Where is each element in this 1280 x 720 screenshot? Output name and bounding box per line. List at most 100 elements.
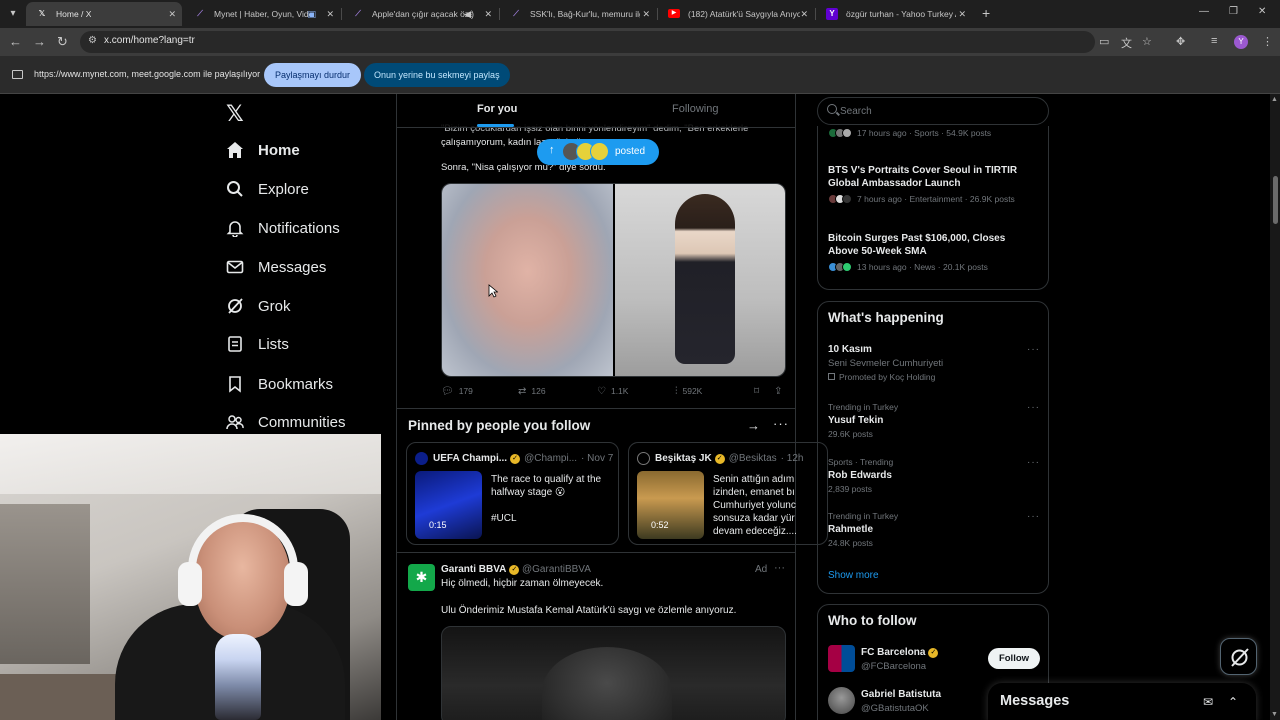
trend-context: Trending in Turkey [828,402,899,412]
share-button[interactable]: ⇪ [774,386,787,397]
translate-icon[interactable]: 文 [1121,35,1132,51]
tab-x-home[interactable]: 𝕏 Home / X ✕ [26,2,182,26]
news-item[interactable]: Bitcoin Surges Past $106,000, Closes Abo… [828,232,1038,272]
tweet-photo-right[interactable] [615,184,785,376]
reply-button[interactable]: 💬︎ 179 [441,386,473,397]
photo-detail [542,647,672,720]
tweet-photo-left[interactable] [442,184,613,376]
expand-icon[interactable]: ⌃ [1228,695,1238,709]
close-tab-icon[interactable]: ✕ [484,2,492,26]
account-name: Garanti BBVA [441,564,507,575]
follow-suggestion[interactable]: FC Barcelona ✓ @FCBarcelona Follow [828,645,1040,675]
close-tab-icon[interactable]: ✕ [326,2,334,26]
new-posts-pill[interactable]: ↑ posted [537,139,659,165]
more-icon[interactable]: ··· [773,416,789,431]
trend-item[interactable]: 10 Kasım Seni Sevmeler Cumhuriyeti Promo… [828,344,1040,382]
ad-media[interactable] [441,626,786,720]
trend-item[interactable]: Trending in Turkey Rahmetle 24.8K posts … [828,511,1040,548]
new-tab-button[interactable]: + [982,5,990,21]
garanti-logo-icon[interactable]: ✱ [408,564,435,591]
pinned-card-besiktas[interactable]: Beşiktaş JK ✓ @Besiktas · 12h 0:52 Senin at… [628,442,828,545]
headphones [284,562,308,606]
reload-icon[interactable]: ↻ [57,34,68,50]
nav-grok[interactable]: Grok [226,291,291,321]
tab-search-icon[interactable]: ▾ [4,5,22,23]
forward-icon[interactable]: → [33,34,46,50]
nav-messages[interactable]: Messages [226,252,326,282]
repost-button[interactable]: ⇄ 126 [518,386,546,397]
avatar[interactable] [828,645,855,672]
ad-account-name[interactable]: Garanti BBVA ✓ [441,564,520,575]
restore-icon[interactable]: ❐ [1229,6,1238,17]
tab-ssk[interactable]: ⟋ SSK'lı, Bağ-Kur'lu, memuru ilgilendire… [500,2,656,26]
video-thumbnail[interactable] [415,471,482,539]
account-handle[interactable]: @GarantiBBVA [522,564,591,575]
scroll-up-icon[interactable]: ▲ [1271,96,1278,103]
ad-tweet[interactable]: ✱ Garanti BBVA ✓ @GarantiBBVA Ad ··· Hiç … [397,554,795,720]
nav-bookmarks[interactable]: Bookmarks [226,369,333,399]
like-button[interactable]: ♡ 1.1K [597,386,628,397]
omnibox[interactable]: ⚙ x.com/home?lang=tr [80,31,1095,53]
url-text[interactable]: x.com/home?lang=tr [104,35,195,46]
news-title: Bitcoin Surges Past $106,000, Closes Abo… [828,233,1006,257]
grok-button[interactable] [1220,638,1257,675]
tab-mynet[interactable]: ⟋ Mynet | Haber, Oyun, Video ▣ ✕ [184,2,340,26]
search-input[interactable]: Search [817,97,1049,125]
close-tab-icon[interactable]: ✕ [168,2,176,26]
profile-avatar[interactable]: Y [1234,35,1248,49]
cast-icon[interactable]: ▭ [1099,35,1109,48]
close-tab-icon[interactable]: ✕ [958,2,966,26]
more-icon[interactable]: ··· [1027,402,1040,413]
media-controls-icon[interactable]: ≡ [1211,35,1217,47]
tab-yahoo[interactable]: Y özgür turhan - Yahoo Turkey Arama ✕ [816,2,972,26]
more-icon[interactable]: ··· [1027,344,1040,355]
share-this-tab-button[interactable]: Onun yerine bu sekmeyi paylaş [364,63,510,87]
address-bar-row: ← → ↻ ⚙ x.com/home?lang=tr ▭ 文 ☆ ✥ ≡ Y ⋮ [0,28,1280,56]
views-button[interactable]: ⫶ 592K [675,386,702,397]
minimize-icon[interactable]: — [1199,6,1209,17]
hashtag[interactable]: #UCL [491,512,616,525]
tab-following[interactable]: Following [672,103,718,115]
avatar[interactable] [828,687,855,714]
trend-item[interactable]: Sports · Trending Rob Edwards 2,839 post… [828,457,1040,494]
trend-item[interactable]: Trending in Turkey Yusuf Tekin 29.6K pos… [828,402,1040,439]
site-info-icon[interactable]: ⚙ [88,35,97,46]
x-icon: 𝕏 [38,9,46,18]
more-icon[interactable]: ··· [1027,511,1040,522]
nav-explore[interactable]: Explore [226,174,309,204]
extensions-icon[interactable]: ✥ [1176,35,1185,48]
news-item[interactable]: BTS V's Portraits Cover Seoul in TIRTIR … [828,164,1038,204]
nav-home[interactable]: Home [226,135,300,165]
more-icon[interactable]: ··· [1027,457,1040,468]
arrow-right-icon[interactable]: → [747,418,760,433]
bookmark-star-icon[interactable]: ☆ [1142,35,1152,48]
scroll-down-icon[interactable]: ▼ [1271,711,1278,718]
close-tab-icon[interactable]: ✕ [642,2,650,26]
scrollbar-thumb[interactable] [1273,176,1278,224]
follow-button[interactable]: Follow [988,648,1040,669]
stop-sharing-button[interactable]: Paylaşmayı durdur [264,63,362,87]
new-message-icon[interactable]: ✉ [1203,695,1213,709]
account-handle: @Champi... [524,453,578,464]
nav-communities[interactable]: Communities [226,407,346,437]
repost-icon: ⇄ [518,386,527,397]
pinned-card-uefa[interactable]: UEFA Champi... ✓ @Champi... · Nov 7 0:15 Th… [406,442,619,545]
news-item[interactable]: 17 hours ago · Sports · 54.9K posts [828,128,1038,138]
messages-drawer[interactable]: Messages ✉ ⌃ [988,683,1256,720]
more-icon[interactable]: ··· [774,562,785,574]
back-icon[interactable]: ← [9,34,22,50]
video-thumbnail[interactable] [637,471,704,539]
bookmark-button[interactable]: ⌑ [754,386,764,397]
close-window-icon[interactable]: ✕ [1258,6,1266,17]
tab-youtube[interactable]: ▶ (182) Atatürk'ü Saygıyla Anıyoruz ✕ [658,2,814,26]
close-tab-icon[interactable]: ✕ [800,2,808,26]
nav-lists[interactable]: Lists [226,329,289,359]
x-logo-icon[interactable]: 𝕏 [226,101,244,127]
tab-for-you[interactable]: For you [477,103,517,115]
page-scrollbar[interactable]: ▲ ▼ [1270,94,1280,720]
menu-icon[interactable]: ⋮ [1262,35,1273,48]
tweet-media[interactable] [441,183,786,377]
tab-apple[interactable]: ⟋ Apple'dan çığır açacak özellik ◀) ✕ [342,2,498,26]
show-more-link[interactable]: Show more [828,570,879,581]
nav-notifications[interactable]: Notifications [226,213,340,243]
